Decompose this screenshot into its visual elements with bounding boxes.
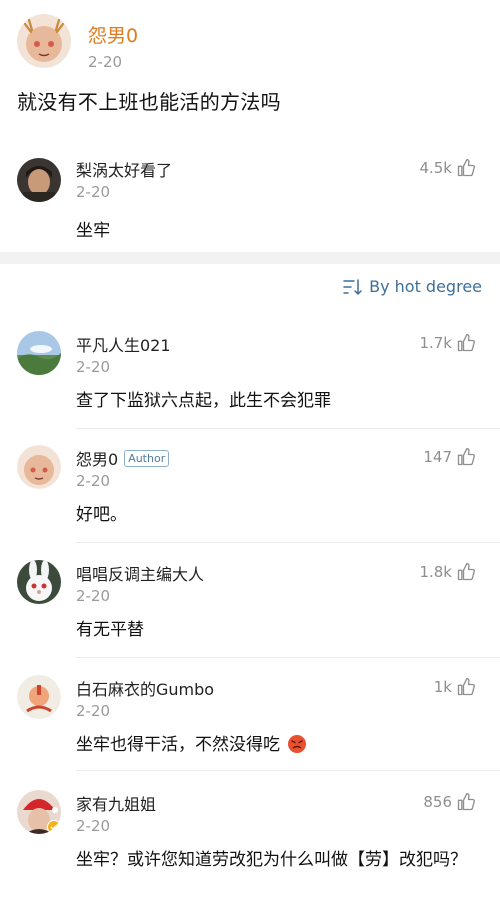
comment-text: 查了下监狱六点起，此生不会犯罪 [76, 391, 331, 411]
like-count: 1.8k [419, 563, 452, 581]
sort-button[interactable]: By hot degree [343, 277, 482, 296]
post-author-name[interactable]: 怨男0 [88, 21, 138, 48]
original-post: 怨男0 2-20 就没有不上班也能活的方法吗 梨涡太好看了 2-20 坐牢 4.… [0, 0, 500, 252]
avatar[interactable] [17, 675, 61, 719]
user-avatar-icon [17, 14, 71, 68]
thumbs-up-icon [456, 792, 476, 812]
username-text: 白石麻衣的Gumbo [76, 680, 215, 699]
thumbs-up-icon [456, 158, 476, 178]
featured-comment[interactable]: 梨涡太好看了 2-20 坐牢 4.5k [0, 140, 500, 252]
comment-username[interactable]: 平凡人生021 [76, 332, 171, 356]
avatar[interactable] [17, 14, 71, 68]
like-button[interactable]: 856 [423, 792, 476, 812]
comment-date: 2-20 [76, 358, 111, 376]
user-avatar-icon [17, 158, 61, 202]
author-badge: Author [124, 449, 170, 467]
comment-text: 好吧。 [76, 505, 127, 525]
comment-divider [76, 542, 500, 543]
comment-item[interactable]: 唱唱反调主编大人 2-20 有无平替 1.8k [0, 560, 500, 664]
user-avatar-icon [17, 445, 61, 489]
like-button[interactable]: 4.5k [419, 158, 476, 178]
thumbs-up-icon [456, 333, 476, 353]
comment-text: 有无平替 [76, 620, 144, 640]
comment-text: 坐牢？或许您知道劳改犯为什么叫做【劳】改犯吗？ [76, 850, 467, 870]
thumbs-up-icon [456, 447, 476, 467]
like-count: 856 [423, 793, 452, 811]
avatar[interactable] [17, 331, 61, 375]
thumbs-up-icon [456, 677, 476, 697]
avatar[interactable] [17, 158, 61, 202]
comment-divider [76, 657, 500, 658]
comment-item[interactable]: 家有九姐姐 2-20 坐牢？或许您知道劳改犯为什么叫做【劳】改犯吗？ 856 [0, 790, 500, 910]
like-count: 1.7k [419, 334, 452, 352]
comment-item[interactable]: 怨男0 Author 2-20 好吧。 147 [0, 445, 500, 549]
user-avatar-icon [17, 331, 61, 375]
post-text: 就没有不上班也能活的方法吗 [17, 90, 281, 114]
like-button[interactable]: 1.8k [419, 562, 476, 582]
comment-username[interactable]: 怨男0 Author [76, 446, 170, 470]
post-date: 2-20 [88, 53, 123, 71]
like-count: 4.5k [419, 159, 452, 177]
like-count: 1k [433, 678, 452, 696]
like-button[interactable]: 1.7k [419, 333, 476, 353]
comment-text: 坐牢也得干活，不然没得吃 [76, 731, 478, 759]
angry-emoji-icon [288, 735, 307, 753]
comment-item[interactable]: 白石麻衣的Gumbo 2-20 坐牢也得干活，不然没得吃 1k [0, 675, 500, 779]
user-avatar-icon [17, 675, 61, 719]
comment-date: 2-20 [76, 472, 111, 490]
like-button[interactable]: 147 [423, 447, 476, 467]
sort-icon [343, 278, 362, 295]
username-text: 唱唱反调主编大人 [76, 565, 205, 584]
comment-username[interactable]: 梨涡太好看了 [76, 157, 172, 181]
username-text: 家有九姐姐 [76, 795, 157, 814]
comment-username[interactable]: 家有九姐姐 [76, 791, 156, 815]
username-text: 怨男0 [76, 450, 119, 469]
avatar[interactable] [17, 445, 61, 489]
avatar[interactable] [17, 790, 61, 834]
rabbit-avatar-icon [17, 560, 61, 604]
section-divider [0, 252, 500, 264]
comment-date: 2-20 [76, 587, 111, 605]
avatar[interactable] [17, 560, 61, 604]
comment-username[interactable]: 白石麻衣的Gumbo [76, 676, 214, 700]
like-count: 147 [423, 448, 452, 466]
comment-divider [76, 770, 500, 771]
comment-username[interactable]: 唱唱反调主编大人 [76, 561, 204, 585]
comment-text: 坐牢 [76, 221, 111, 241]
comment-item[interactable]: 平凡人生021 2-20 查了下监狱六点起，此生不会犯罪 1.7k [0, 331, 500, 435]
comment-divider [76, 428, 500, 429]
sort-label: By hot degree [369, 277, 482, 296]
thumbs-up-icon [456, 562, 476, 582]
comment-date: 2-20 [76, 183, 111, 201]
comment-date: 2-20 [76, 817, 111, 835]
comment-date: 2-20 [76, 702, 111, 720]
like-button[interactable]: 1k [434, 677, 476, 697]
comment-text-content: 坐牢也得干活，不然没得吃 [76, 735, 280, 755]
username-text: 平凡人生021 [76, 336, 171, 355]
verified-badge-icon [47, 820, 61, 834]
